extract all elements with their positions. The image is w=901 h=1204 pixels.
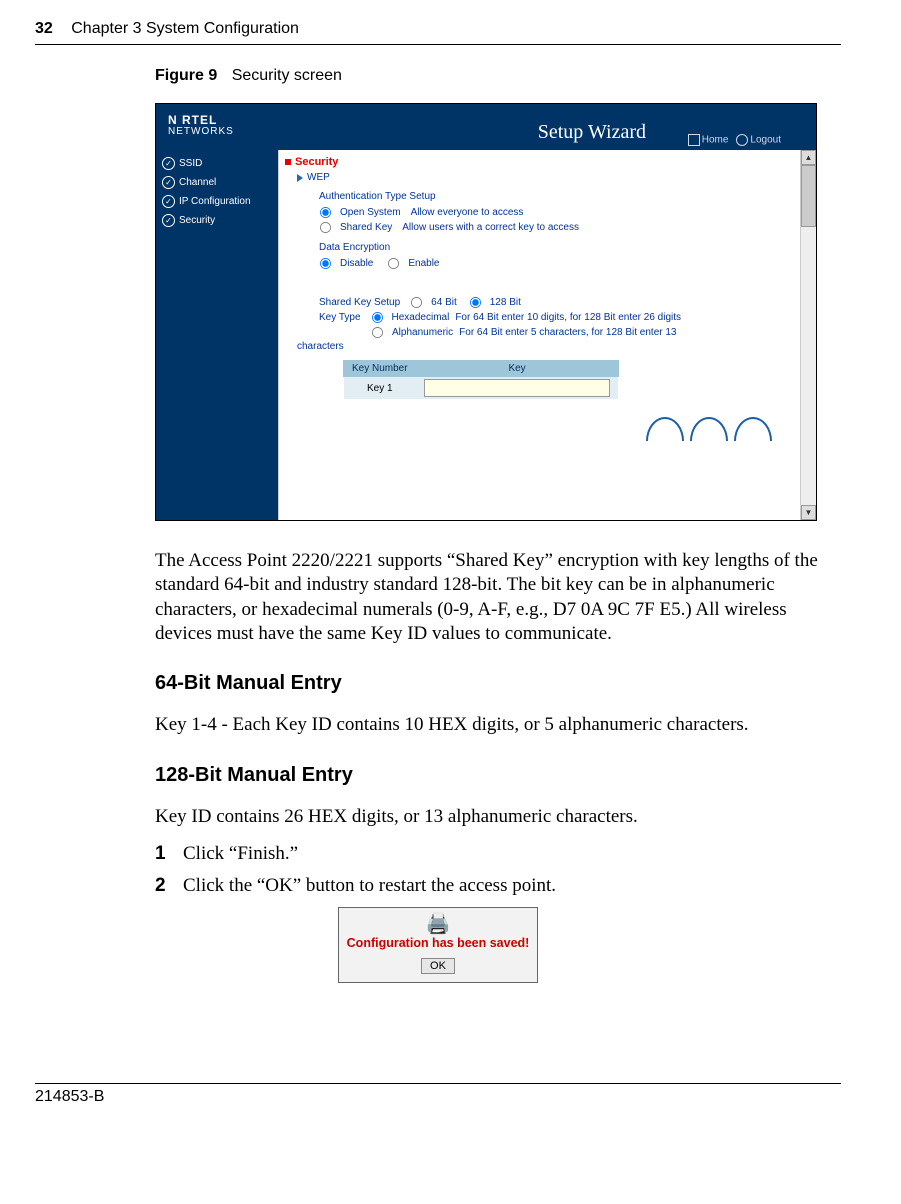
section-heading: Security (285, 156, 812, 168)
keytype-wrap: characters (297, 341, 812, 352)
wizard-content: Security WEP Authentication Type Setup O… (278, 150, 816, 520)
key1-input[interactable] (424, 379, 610, 397)
auth-open-row: Open System Allow everyone to access (319, 206, 812, 219)
key-table: Key Number Key Key 1 (343, 360, 619, 399)
check-icon: ✓ (162, 214, 175, 227)
sidebar-item-channel[interactable]: ✓Channel (156, 173, 278, 192)
scroll-down-icon[interactable]: ▼ (801, 505, 816, 520)
paragraph-64bit: Key 1-4 - Each Key ID contains 10 HEX di… (155, 713, 841, 737)
auth-open-radio[interactable] (320, 207, 331, 218)
brand-logo: N RTEL NETWORKS (168, 114, 234, 138)
auth-shared-radio[interactable] (320, 222, 331, 233)
paragraph-128bit: Key ID contains 26 HEX digits, or 13 alp… (155, 805, 841, 829)
sidebar-item-ssid[interactable]: ✓SSID (156, 154, 278, 173)
dataenc-row: Disable Enable (319, 257, 812, 270)
figure-caption: Figure 9 Security screen (155, 67, 841, 85)
home-link[interactable]: Home (688, 134, 729, 146)
nav-circle-icon[interactable] (690, 417, 728, 441)
scrollbar[interactable]: ▲ ▼ (800, 150, 816, 520)
scroll-thumb[interactable] (801, 165, 816, 227)
confirmation-text: Configuration has been saved! (343, 936, 533, 950)
sidebar-item-security[interactable]: ✓Security (156, 211, 278, 230)
auth-heading: Authentication Type Setup (319, 191, 812, 202)
heading-64bit: 64-Bit Manual Entry (155, 672, 841, 695)
body-paragraph-1: The Access Point 2220/2221 supports “Sha… (155, 549, 841, 646)
figure-title: Security screen (232, 67, 342, 84)
sharedkey-row: Shared Key Setup 64 Bit 128 Bit (319, 296, 812, 309)
kt-alpha-radio[interactable] (372, 327, 383, 338)
scroll-up-icon[interactable]: ▲ (801, 150, 816, 165)
chapter-title: Chapter 3 System Configuration (71, 20, 299, 37)
screenshot-security: N RTEL NETWORKS Setup Wizard Home Logout… (155, 103, 817, 521)
col-keynumber: Key Number (344, 361, 417, 377)
keytype-hex-row: Key Type Hexadecimal For 64 Bit enter 10… (319, 311, 812, 324)
kt-hex-radio[interactable] (371, 312, 382, 323)
confirmation-dialog: 🖨️ Configuration has been saved! OK (338, 907, 538, 983)
list-item: 1Click “Finish.” (155, 843, 841, 865)
keytype-alpha-row: Alphanumeric For 64 Bit enter 5 characte… (371, 326, 812, 339)
running-head: 32 Chapter 3 System Configuration (35, 20, 841, 45)
dataenc-heading: Data Encryption (319, 242, 812, 253)
nav-circle-icon[interactable] (734, 417, 772, 441)
triangle-icon (297, 174, 303, 182)
steps-list: 1Click “Finish.” 2Click the “OK” button … (155, 843, 841, 897)
wizard-sidebar: ✓SSID ✓Channel ✓IP Configuration ✓Securi… (156, 150, 278, 520)
sk-128-radio[interactable] (470, 297, 481, 308)
enc-enable-radio[interactable] (388, 258, 399, 269)
heading-128bit: 128-Bit Manual Entry (155, 764, 841, 787)
app-banner: N RTEL NETWORKS Setup Wizard Home Logout (156, 104, 816, 150)
alert-icon: 🖨️ (343, 914, 533, 934)
ok-button[interactable]: OK (421, 958, 455, 974)
logout-link[interactable]: Logout (736, 134, 781, 146)
logout-icon (736, 134, 748, 146)
nav-circles (283, 399, 812, 441)
auth-shared-row: Shared Key Allow users with a correct ke… (319, 221, 812, 234)
col-key: Key (416, 361, 618, 377)
home-icon (688, 134, 700, 146)
footer-docid: 214853-B (35, 1083, 841, 1106)
figure-label: Figure 9 (155, 67, 217, 84)
check-icon: ✓ (162, 176, 175, 189)
sidebar-item-ipconfig[interactable]: ✓IP Configuration (156, 192, 278, 211)
nav-circle-icon[interactable] (646, 417, 684, 441)
enc-disable-radio[interactable] (320, 258, 331, 269)
group-wep: WEP (297, 172, 812, 183)
page-number: 32 (35, 20, 53, 37)
sk-64-radio[interactable] (411, 297, 422, 308)
list-item: 2Click the “OK” button to restart the ac… (155, 875, 841, 897)
check-icon: ✓ (162, 195, 175, 208)
key-number-cell: Key 1 (344, 377, 417, 400)
table-row: Key 1 (344, 377, 619, 400)
check-icon: ✓ (162, 157, 175, 170)
wizard-title: Setup Wizard (538, 121, 646, 144)
